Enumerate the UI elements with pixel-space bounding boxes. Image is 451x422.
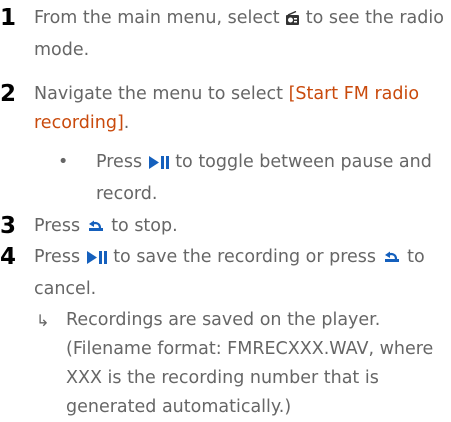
result-text: Recordings are saved on the player. (Fil… <box>66 310 434 417</box>
step-text: Press to stop. <box>34 212 451 244</box>
back-icon <box>86 215 106 244</box>
play-pause-icon <box>148 151 170 180</box>
step-number: 3 <box>0 213 17 239</box>
step-text: Navigate the menu to select [Start FM ra… <box>34 84 420 133</box>
result-arrow-icon: ↳ <box>36 311 50 330</box>
bullet-text: Press to toggle between pause and record… <box>96 151 432 204</box>
back-icon <box>382 246 402 275</box>
step-text: Press to save the recording or press to … <box>34 246 425 299</box>
step-number: 2 <box>0 81 17 107</box>
bullet: • <box>58 152 69 172</box>
step-number: 1 <box>0 5 17 31</box>
step-number: 4 <box>0 244 17 270</box>
step-text: From the main menu, select to see the ra… <box>34 7 444 60</box>
play-pause-icon <box>86 246 108 275</box>
radio-icon <box>285 7 300 36</box>
